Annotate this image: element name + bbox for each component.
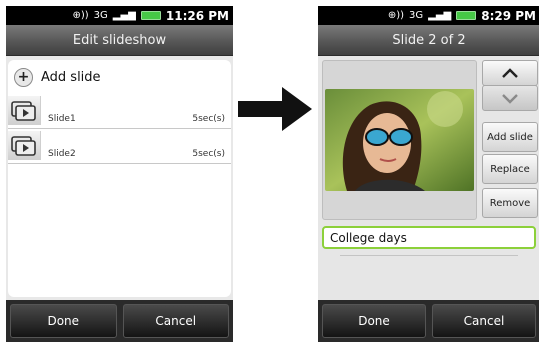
- cancel-button[interactable]: Cancel: [122, 304, 229, 338]
- add-slide-label: Add slide: [41, 69, 101, 85]
- 3g-icon: 3G: [93, 10, 108, 21]
- caption-input[interactable]: College days: [322, 226, 536, 249]
- slide-detail-screen: ⊕)) 3G ▂▄▆ 8:29 PM Slide 2 of 2 Add slid…: [318, 6, 539, 342]
- status-bar: ⊕)) 3G ▂▄▆ 8:29 PM: [318, 6, 539, 25]
- slide-label: Slide1: [48, 114, 76, 124]
- signal-icon: ▂▄▆: [112, 10, 136, 21]
- move-up-button[interactable]: [482, 60, 538, 86]
- slide-photo: [325, 89, 474, 191]
- slide-label: Slide2: [48, 149, 76, 159]
- add-slide-button[interactable]: + Add slide: [8, 60, 231, 94]
- signal-icon: ▂▄▆: [428, 10, 452, 21]
- slide-list: Slide1 5sec(s) Slide2 5sec(s): [8, 94, 231, 297]
- done-button[interactable]: Done: [10, 304, 117, 338]
- slide-photo-frame[interactable]: [322, 60, 477, 220]
- slideshow-icon: [8, 96, 41, 125]
- remove-button[interactable]: Remove: [482, 188, 538, 218]
- slideshow-icon: [8, 131, 41, 160]
- battery-icon: [140, 11, 161, 20]
- chevron-down-icon: [502, 94, 518, 104]
- status-time: 8:29 PM: [481, 8, 536, 23]
- right-arrow-icon: [238, 87, 312, 131]
- slide-list-item[interactable]: Slide1 5sec(s): [8, 94, 231, 129]
- 3g-icon: 3G: [409, 10, 424, 21]
- chevron-up-icon: [502, 68, 518, 78]
- slide-list-item[interactable]: Slide2 5sec(s): [8, 129, 231, 164]
- move-down-button[interactable]: [482, 85, 538, 111]
- slide-duration: 5sec(s): [192, 149, 225, 159]
- cancel-button[interactable]: Cancel: [432, 304, 536, 338]
- divider: [340, 255, 518, 256]
- status-time: 11:26 PM: [165, 8, 229, 23]
- bottom-action-bar: Done Cancel: [6, 300, 233, 342]
- replace-button[interactable]: Replace: [482, 154, 538, 184]
- bottom-action-bar: Done Cancel: [318, 300, 539, 342]
- page-title: Slide 2 of 2: [318, 25, 539, 56]
- edit-slideshow-screen: ⊕)) 3G ▂▄▆ 11:26 PM Edit slideshow + Add…: [6, 6, 233, 342]
- status-bar: ⊕)) 3G ▂▄▆ 11:26 PM: [6, 6, 233, 25]
- done-button[interactable]: Done: [322, 304, 426, 338]
- battery-icon: [456, 11, 477, 20]
- gps-icon: ⊕)): [72, 10, 89, 21]
- plus-circle-icon: +: [14, 67, 33, 87]
- slide-duration: 5sec(s): [192, 114, 225, 124]
- add-slide-button[interactable]: Add slide: [482, 122, 538, 152]
- slide-editor-panel: Add slide Replace Remove College days: [318, 56, 539, 300]
- gps-icon: ⊕)): [387, 10, 405, 21]
- page-title: Edit slideshow: [6, 25, 233, 56]
- slide-list-panel: + Add slide Slide1 5sec(s) Slide2 5sec(s…: [6, 56, 233, 300]
